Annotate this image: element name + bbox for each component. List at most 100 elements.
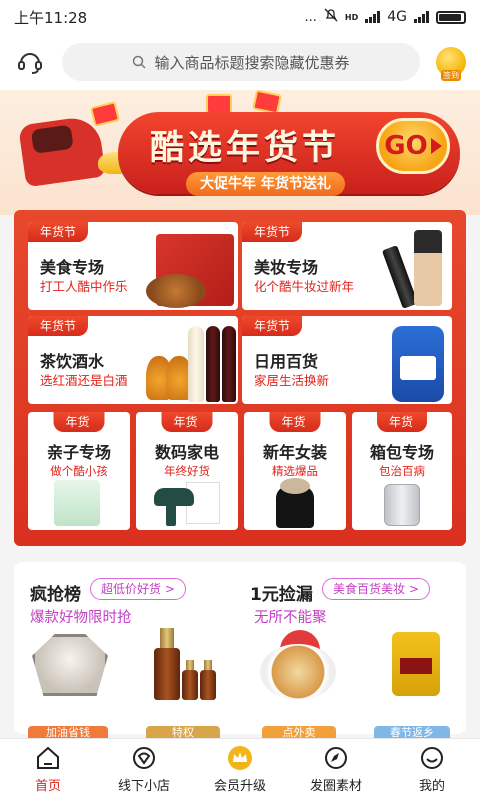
battery-icon [436, 10, 466, 24]
white-wine-bottle-image [188, 326, 204, 402]
red-envelope-decoration [206, 94, 232, 114]
serum-bottle-image [154, 648, 180, 700]
status-time: 上午11:28 [14, 8, 88, 27]
category-card-womenswear[interactable]: 年货节 新年女装 精选爆品 [244, 412, 346, 530]
banner-subtitle: 大促牛年 年货节送礼 [186, 172, 345, 196]
category-title: 箱包专场 [369, 443, 434, 462]
category-subtitle: 化个酷牛妆过新年 [254, 279, 355, 294]
go-button[interactable]: GO [376, 118, 450, 174]
category-title: 日用百货 [254, 352, 319, 371]
checkin-coin-icon[interactable]: 签到 [436, 47, 466, 81]
signal-bars-icon [365, 11, 381, 23]
festival-tag: 年货节 [161, 412, 213, 449]
category-subtitle: 包治百病 [379, 464, 425, 478]
category-title: 亲子专场 [46, 443, 111, 462]
tab-profile[interactable]: 我的 [384, 739, 480, 800]
promo-badge[interactable]: 超低价好货 > [90, 578, 186, 600]
category-card-electronics[interactable]: 年货节 数码家电 年终好货 [136, 412, 238, 530]
more-dots-icon: ... [304, 9, 317, 25]
category-title: 茶饮酒水 [40, 352, 105, 371]
foundation-image [414, 230, 442, 306]
crown-icon [227, 745, 253, 771]
customer-service-icon[interactable] [14, 46, 46, 78]
status-icons: ... HD 4G [304, 8, 466, 26]
promo-section: 疯抢榜 超低价好货 > 爆款好物限时抢 1元捡漏 美食百货美妆 > 无所不能聚 [14, 562, 466, 734]
tab-label: 我的 [418, 779, 445, 794]
engine-oil-label-image [400, 658, 432, 674]
festival-tag: 年货节 [28, 316, 89, 336]
compact-powder-image [32, 634, 108, 696]
category-card-bags[interactable]: 年货节 箱包专场 包治百病 [352, 412, 452, 530]
tab-label: 首页 [34, 779, 61, 794]
tab-label: 会员升级 [213, 779, 266, 794]
serum-small-bottle-image [182, 670, 198, 700]
go-label: GO [384, 131, 428, 161]
status-bar: 上午11:28 ... HD 4G [0, 0, 480, 34]
promo-badge[interactable]: 美食百货美妆 > [322, 578, 430, 600]
category-card-drinks[interactable]: 年货节 茶饮酒水 选红酒还是白酒 [28, 316, 238, 404]
luggage-image [384, 484, 420, 526]
serum-cap-image [160, 628, 174, 650]
category-card-food[interactable]: 年货节 美食专场 打工人酷中作乐 [28, 222, 238, 310]
profile-icon [419, 745, 445, 771]
tab-label: 线下小店 [117, 779, 170, 794]
category-subtitle: 做个酷小孩 [50, 464, 108, 478]
category-card-beauty[interactable]: 年货节 美妆专场 化个酷牛妆过新年 [242, 222, 452, 310]
network-type-label: 4G [387, 9, 407, 25]
festival-tag: 年货节 [269, 412, 321, 449]
tab-share-material[interactable]: 发圈素材 [288, 739, 384, 800]
snack-platter-image [260, 644, 336, 700]
festival-tag: 年货节 [377, 412, 427, 449]
tab-home[interactable]: 首页 [0, 739, 96, 800]
festival-tag: 年货节 [53, 412, 105, 449]
hair-dryer-handle-image [166, 502, 176, 526]
red-envelope-decoration [252, 90, 282, 115]
signal-bars-icon [414, 11, 429, 23]
category-title: 新年女装 [262, 443, 327, 462]
tab-membership[interactable]: 会员升级 [192, 739, 288, 800]
hd-signal-label: HD [344, 12, 359, 22]
search-bar[interactable]: 输入商品标题搜索隐藏优惠券 [62, 43, 420, 81]
lipstick-image [381, 245, 419, 309]
fur-collar-image [280, 478, 310, 494]
serum-small-bottle-image [200, 670, 216, 700]
serum-cap-image [204, 660, 212, 670]
diaper-pack-image [54, 480, 100, 526]
tab-offline-store[interactable]: 线下小店 [96, 739, 192, 800]
category-card-daily[interactable]: 年货节 日用百货 家居生活换新 [242, 316, 452, 404]
search-placeholder: 输入商品标题搜索隐藏优惠券 [154, 53, 350, 72]
checkin-label: 签到 [441, 70, 461, 81]
promo-subtitle: 无所不能聚 [254, 610, 327, 626]
search-icon [133, 55, 147, 69]
festival-tag: 年货节 [242, 316, 303, 336]
promo-one-yuan[interactable]: 1元捡漏 美食百货美妆 > 无所不能聚 [240, 562, 466, 734]
category-title: 美食专场 [40, 258, 105, 277]
red-envelope-decoration [89, 101, 121, 127]
mute-bell-icon [324, 8, 338, 26]
detergent-label-image [400, 356, 436, 380]
category-subtitle: 选红酒还是白酒 [40, 373, 128, 388]
home-icon [35, 745, 61, 771]
top-header: 输入商品标题搜索隐藏优惠券 签到 [0, 34, 480, 90]
category-subtitle: 精选爆品 [272, 464, 318, 478]
red-wine-bottle-image [222, 326, 236, 402]
banner-title: 酷选年货节 [150, 128, 340, 168]
compass-icon [323, 745, 349, 771]
promo-title: 疯抢榜 [30, 585, 81, 605]
new-year-festival-banner[interactable]: 酷选年货节 大促牛年 年货节送礼 GO [0, 90, 480, 215]
store-icon [131, 745, 157, 771]
category-panel: 年货节 美食专场 打工人酷中作乐 年货节 美妆专场 化个酷牛妆过新年 年货节 茶… [14, 210, 466, 546]
promo-title: 1元捡漏 [250, 585, 313, 605]
category-title: 美妆专场 [254, 258, 319, 277]
category-title: 数码家电 [154, 443, 219, 462]
play-arrow-icon [430, 138, 442, 154]
nuts-image [146, 274, 206, 308]
tab-label: 发圈素材 [309, 779, 362, 794]
promo-subtitle: 爆款好物限时抢 [30, 610, 132, 626]
category-subtitle: 打工人酷中作乐 [40, 279, 128, 294]
banner-car-decoration [18, 114, 106, 188]
promo-hot-deals[interactable]: 疯抢榜 超低价好货 > 爆款好物限时抢 [14, 562, 240, 734]
festival-tag: 年货节 [28, 222, 89, 242]
category-card-kids[interactable]: 年货节 亲子专场 做个酷小孩 [28, 412, 130, 530]
category-subtitle: 家居生活换新 [254, 373, 330, 388]
